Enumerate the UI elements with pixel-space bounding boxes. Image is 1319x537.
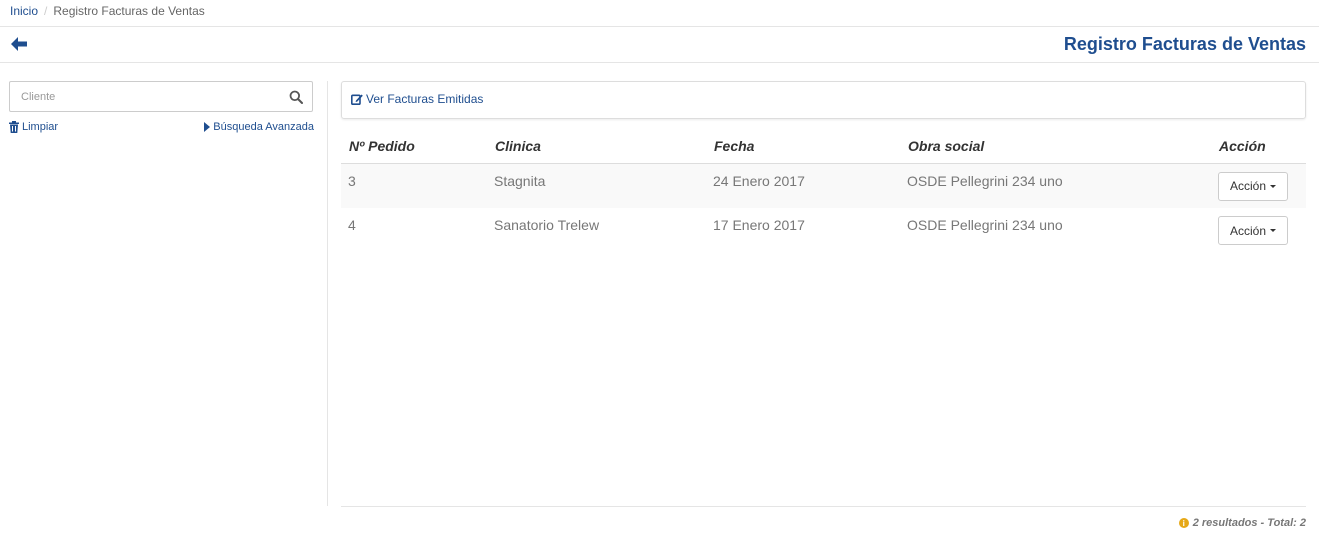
search-icon[interactable] (289, 90, 303, 104)
arrow-left-icon (11, 37, 27, 51)
view-issued-invoices-label: Ver Facturas Emitidas (366, 92, 484, 106)
action-button-label: Acción (1230, 223, 1267, 238)
advanced-search-link[interactable]: Búsqueda Avanzada (204, 121, 314, 133)
cell-fecha: 17 Enero 2017 (713, 217, 805, 233)
column-header-fecha: Fecha (706, 129, 900, 164)
main-content: Ver Facturas Emitidas Nº Pedido Clinica … (341, 81, 1306, 253)
top-bar: Registro Facturas de Ventas (0, 28, 1319, 63)
breadcrumb-separator: / (44, 4, 48, 18)
cell-clinica: Stagnita (487, 163, 706, 208)
table-row: 4 Sanatorio Trelew 17 Enero 2017 OSDE Pe… (341, 208, 1306, 253)
column-header-clinica: Clinica (487, 129, 706, 164)
edit-icon (351, 94, 363, 105)
column-header-obra-social: Obra social (900, 129, 1209, 164)
results-summary: i 2 resultados - Total: 2 (1178, 517, 1306, 529)
cell-pedido: 4 (348, 217, 356, 233)
column-header-pedido: Nº Pedido (341, 129, 487, 164)
action-dropdown-button[interactable]: Acción (1218, 216, 1289, 245)
cell-pedido: 3 (341, 163, 487, 208)
back-button[interactable] (9, 35, 29, 53)
cell-accion: Acción (1209, 163, 1306, 208)
breadcrumb: Inicio / Registro Facturas de Ventas (0, 0, 1319, 27)
sidebar-links: Limpiar Búsqueda Avanzada (9, 121, 314, 141)
footer-divider (341, 506, 1306, 507)
breadcrumb-home-link[interactable]: Inicio (10, 4, 38, 18)
column-header-accion: Acción (1209, 129, 1306, 164)
results-summary-text: 2 resultados - Total: 2 (1192, 517, 1306, 529)
advanced-search-label: Búsqueda Avanzada (213, 121, 314, 133)
client-search-input[interactable] (10, 82, 312, 111)
action-button-label: Acción (1230, 179, 1267, 193)
vertical-divider (327, 81, 328, 506)
trash-icon (9, 121, 19, 133)
caret-right-icon (204, 122, 211, 132)
info-icon: i (1178, 518, 1189, 528)
table-header-row: Nº Pedido Clinica Fecha Obra social Acci… (341, 129, 1306, 164)
cell-obra-social: OSDE Pellegrini 234 uno (900, 163, 1209, 208)
sidebar: Limpiar Búsqueda Avanzada (9, 81, 314, 141)
table-row: 3 Stagnita 24 Enero 2017 OSDE Pellegrini… (341, 163, 1306, 208)
cell-accion: Acción (1209, 208, 1306, 253)
clear-label: Limpiar (22, 121, 59, 133)
clear-link[interactable]: Limpiar (9, 121, 58, 133)
view-issued-invoices-link[interactable]: Ver Facturas Emitidas (351, 92, 483, 106)
cell-fecha: 24 Enero 2017 (706, 163, 900, 208)
search-box (9, 81, 313, 112)
actions-panel: Ver Facturas Emitidas (341, 81, 1306, 119)
caret-down-icon (1270, 229, 1277, 232)
cell-clinica: Sanatorio Trelew (494, 217, 600, 233)
action-dropdown-button[interactable]: Acción (1218, 171, 1289, 201)
cell-obra-social: OSDE Pellegrini 234 uno (907, 217, 1063, 233)
invoices-table: Nº Pedido Clinica Fecha Obra social Acci… (341, 129, 1306, 253)
page-title: Registro Facturas de Ventas (1063, 34, 1306, 54)
caret-down-icon (1270, 184, 1277, 188)
breadcrumb-current: Registro Facturas de Ventas (53, 4, 205, 18)
